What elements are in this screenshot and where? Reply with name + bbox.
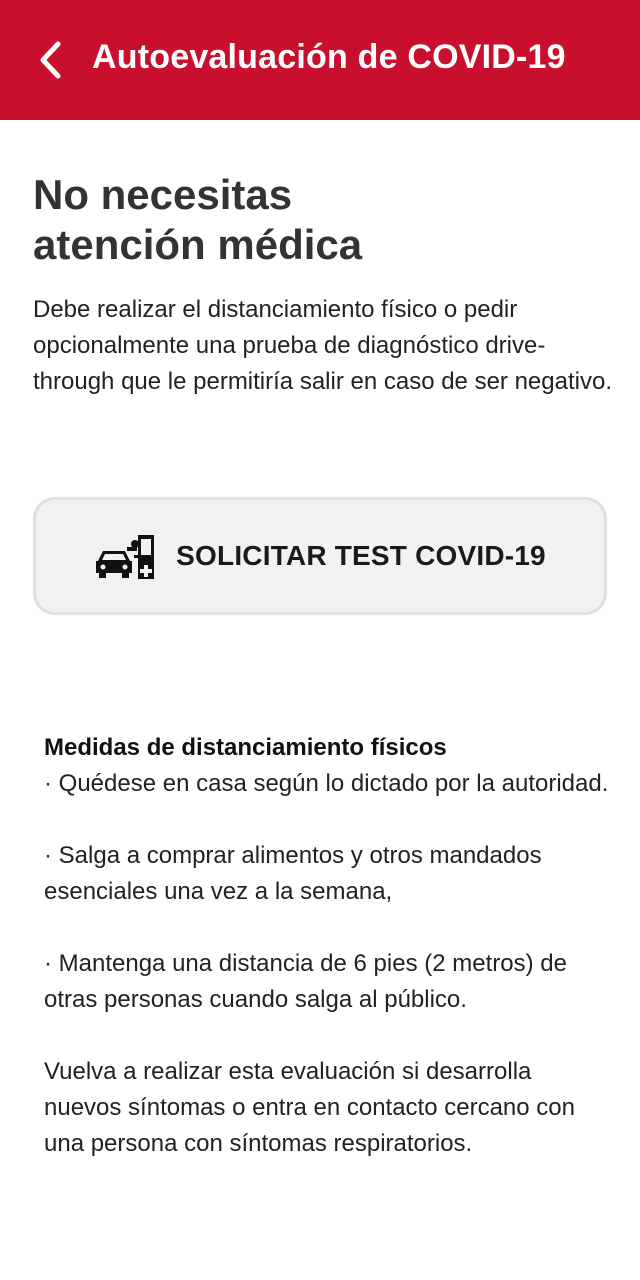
request-test-label: SOLICITAR TEST COVID-19	[176, 540, 546, 571]
measure-item: · Quédese en casa según lo dictado por l…	[44, 770, 609, 797]
app-header: Autoevaluación de COVID-19	[0, 0, 640, 120]
result-heading-line-2: atención médica	[33, 221, 363, 268]
measure-item: · Salga a comprar alimentos y otros mand…	[44, 842, 542, 905]
measure-item: · Mantenga una distancia de 6 pies (2 me…	[44, 950, 567, 1013]
page-title: Autoevaluación de COVID-19	[92, 38, 566, 76]
closing-note: Vuelva a realizar esta evaluación si des…	[44, 1058, 575, 1157]
drive-through-test-icon	[96, 535, 155, 579]
chevron-left-icon	[40, 41, 61, 79]
result-heading: No necesitas atención médica	[33, 170, 593, 270]
measures-heading: Medidas de distanciamiento físicos	[44, 734, 447, 761]
request-test-button[interactable]: SOLICITAR TEST COVID-19	[33, 497, 607, 615]
result-description: Debe realizar el distanciamiento físico …	[33, 296, 612, 395]
result-heading-line-1: No necesitas	[33, 171, 293, 218]
back-button[interactable]	[30, 36, 70, 84]
distancing-measures: Medidas de distanciamiento físicos · Qué…	[44, 730, 614, 1162]
